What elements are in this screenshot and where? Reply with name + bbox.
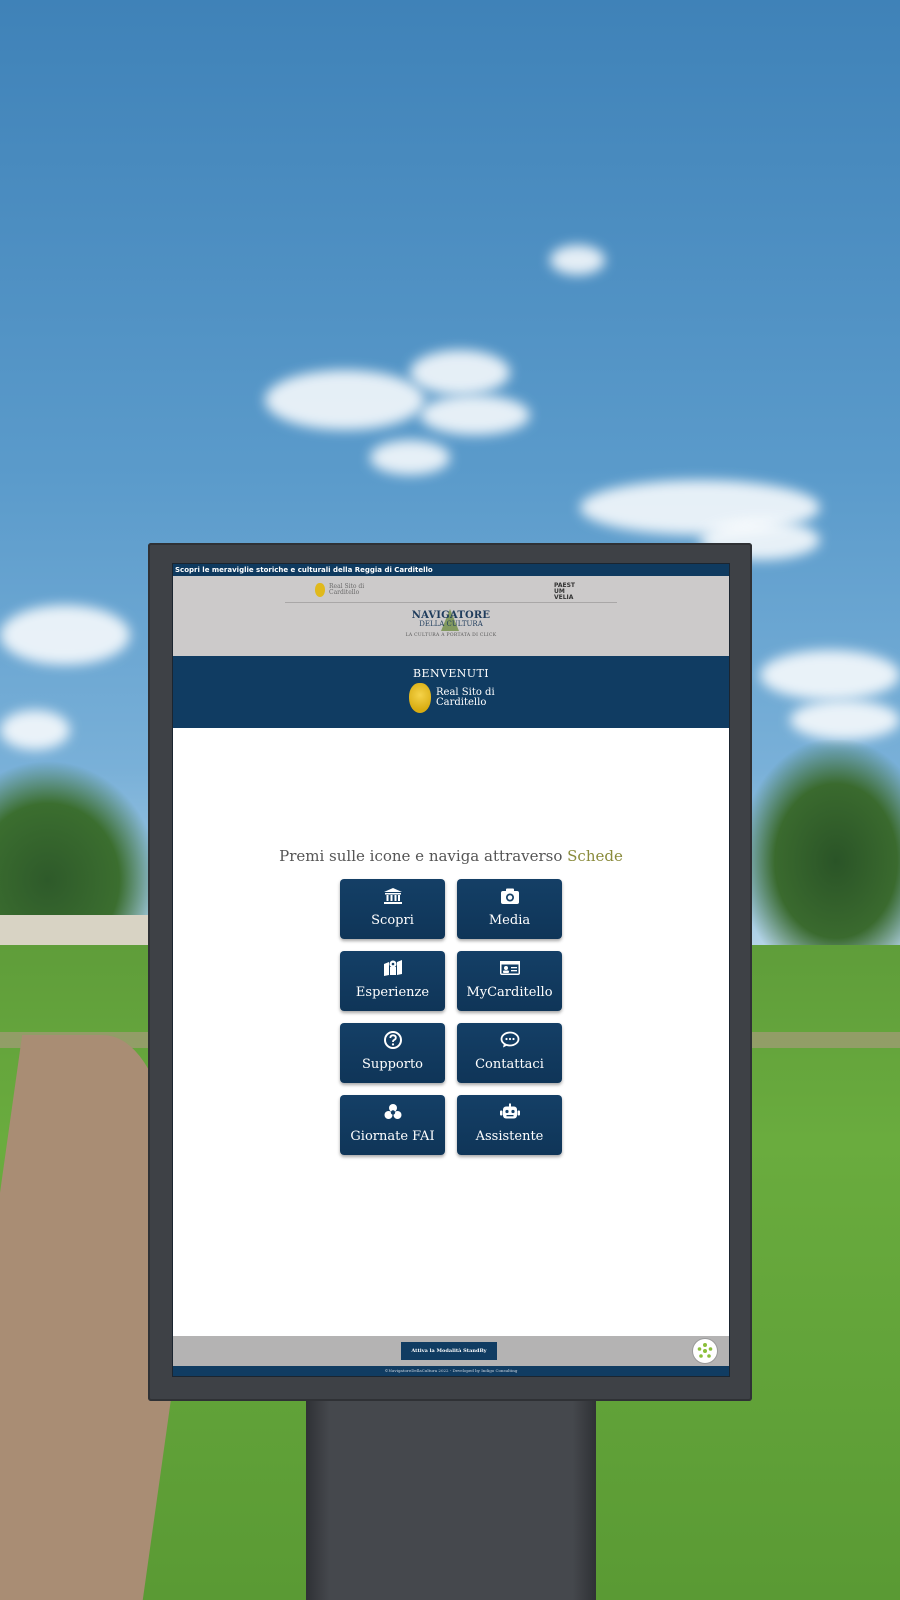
menu-grid: Scopri Media Esperienze MyCarditello Sup… [340,879,562,1155]
site-name-line2: Carditello [436,697,487,708]
ticker-bar: Scopri le meraviglie storiche e cultural… [173,564,729,576]
camera-icon [500,888,519,904]
cloud [370,440,450,475]
credits-text: ©NavigatoreDellaCultura 2022 - Developed… [173,1366,729,1376]
real-sito-small-line2: Carditello [329,589,360,596]
real-sito-logo: Real Sito di Carditello [409,683,495,713]
kiosk-screen: Scopri le meraviglie storiche e cultural… [172,563,730,1377]
tile-assistente[interactable]: Assistente [457,1095,562,1155]
tile-label: Giornate FAI [350,1129,435,1144]
real-sito-logo-small: Real Sito di Carditello [315,583,364,597]
navigatore-logo: NAVIGATORE DELLA CULTURA LA CULTURA A PO… [173,610,729,638]
building [0,915,150,945]
standby-button[interactable]: Attiva la Modalità StandBy [401,1342,497,1360]
tile-mycarditello[interactable]: MyCarditello [457,951,562,1011]
cloud [0,605,130,665]
footer-bar: Attiva la Modalità StandBy [173,1336,729,1366]
trees-right [740,740,900,960]
instruction-highlight: Schede [567,847,623,865]
fai-logo-icon [384,1104,401,1119]
cloud [760,650,900,700]
map-pin-icon [383,960,402,976]
navigatore-subtitle: DELLA CULTURA [419,620,483,628]
welcome-banner: BENVENUTI Real Sito di Carditello [173,656,729,728]
tile-label: Media [488,913,531,928]
id-card-icon [499,961,520,975]
tile-label: Contattaci [475,1057,544,1072]
tile-esperienze[interactable]: Esperienze [340,951,445,1011]
tile-label: Esperienze [355,985,430,1000]
tile-contattaci[interactable]: Contattaci [457,1023,562,1083]
tile-supporto[interactable]: Supporto [340,1023,445,1083]
cloud [420,395,530,435]
tile-giornate-fai[interactable]: Giornate FAI [340,1095,445,1155]
cloud [550,245,605,275]
welcome-title: BENVENUTI [413,667,489,680]
navigatore-tagline: LA CULTURA A PORTATA DI CLICK [405,633,497,638]
cloud [0,710,70,750]
robot-icon [499,1103,520,1119]
logo-band: Real Sito di Carditello PAEST UM VELIA N… [173,576,729,656]
tile-scopri[interactable]: Scopri [340,879,445,939]
tile-label: Scopri [371,913,414,928]
instruction-text: Premi sulle icone e naviga attraverso Sc… [173,847,729,865]
cloud [790,700,900,740]
chat-bubble-icon [500,1031,519,1048]
tile-label: MyCarditello [466,985,553,1000]
paestum-velia-logo: PAEST UM VELIA [554,583,575,601]
museum-icon [383,888,402,904]
kiosk-stand [306,1401,596,1600]
question-circle-icon [383,1031,402,1049]
cloud [265,370,425,430]
instruction-prefix: Premi sulle icone e naviga attraverso [279,847,568,865]
cloud [410,350,510,395]
partner-logos: Real Sito di Carditello PAEST UM VELIA [285,580,617,603]
accessibility-icon [697,1343,713,1358]
crest-icon [409,683,431,713]
paestum-line3: VELIA [553,594,574,601]
tile-label: Supporto [361,1057,423,1072]
tile-media[interactable]: Media [457,879,562,939]
tile-label: Assistente [475,1129,544,1144]
accessibility-button[interactable] [693,1339,717,1363]
crest-icon [315,583,325,597]
